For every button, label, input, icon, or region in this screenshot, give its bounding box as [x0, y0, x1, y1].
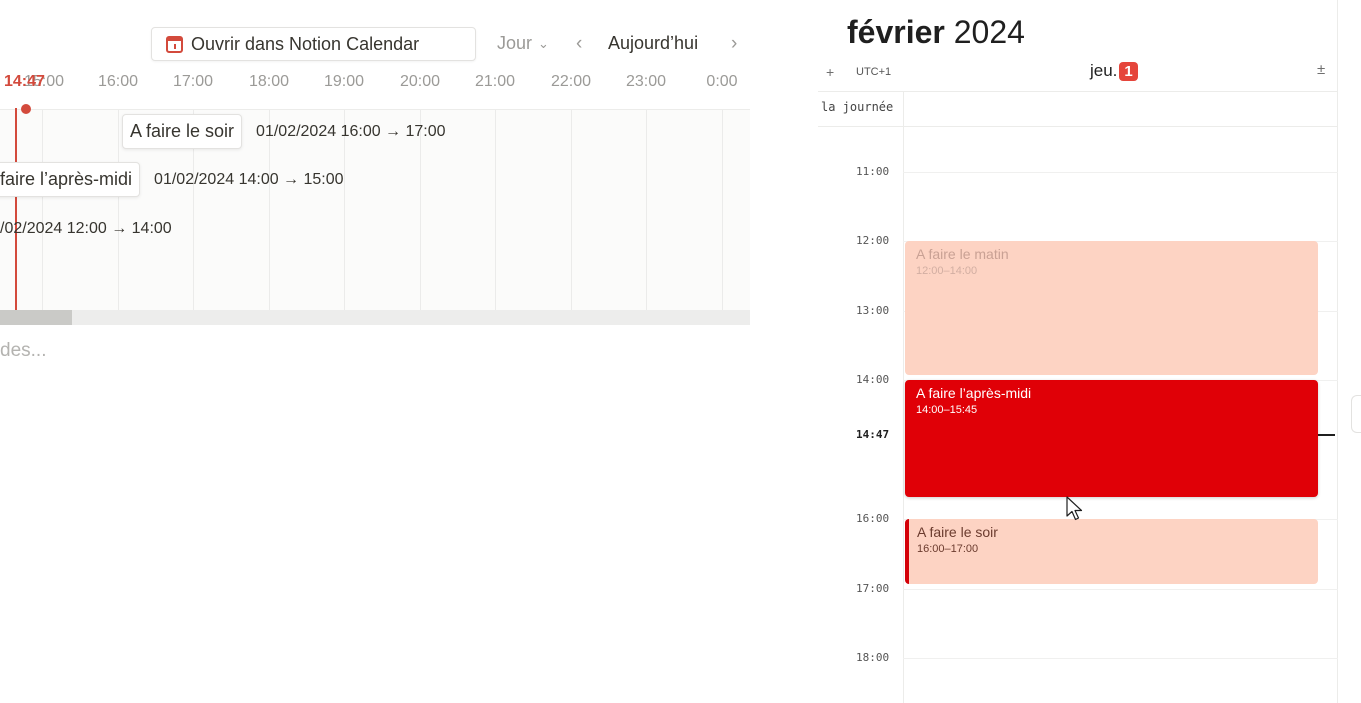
- all-day-label: la journée: [821, 100, 894, 114]
- hour-label: 18:00: [248, 73, 290, 90]
- hour-label: 11:00: [856, 165, 890, 178]
- chevron-left-icon[interactable]: ‹: [576, 33, 582, 55]
- timeline-item[interactable]: A faire le soir 01/02/2024 16:00 → 17:00: [122, 114, 446, 149]
- hour-label: 23:00: [625, 73, 667, 90]
- open-in-notion-calendar-button[interactable]: Ouvrir dans Notion Calendar: [151, 27, 476, 61]
- current-time-line: [15, 108, 17, 311]
- event-time: 16:00–17:00: [917, 543, 979, 555]
- calendar-event[interactable]: A faire le matin 12:00–14:00: [905, 241, 1318, 375]
- timeline-toolbar: Ouvrir dans Notion Calendar Jour ⌄ ‹ Auj…: [0, 27, 750, 63]
- scrollbar-thumb[interactable]: [0, 310, 72, 325]
- timeline-item-title: faire l’après-midi: [0, 162, 141, 197]
- event-time: 14:00–15:45: [916, 404, 978, 416]
- calendar-icon: [166, 35, 183, 53]
- timeline-item[interactable]: /02/2024 12:00 → 14:00: [0, 220, 172, 238]
- hour-label: 18:00: [856, 651, 890, 664]
- all-day-row[interactable]: la journée: [818, 91, 1338, 127]
- current-time-label: 14:47: [4, 73, 45, 90]
- grid-line: [646, 110, 647, 311]
- side-panel-handle[interactable]: [1351, 395, 1361, 433]
- hour-header: 15:00 16:00 17:00 18:00 19:00 20:00 21:0…: [0, 73, 750, 97]
- current-time-dot: [21, 104, 31, 114]
- today-button[interactable]: Aujourd’hui: [608, 33, 698, 54]
- hour-label: 12:00: [856, 234, 890, 247]
- mouse-cursor-icon: [1066, 496, 1083, 521]
- calendar-event[interactable]: A faire le soir 16:00–17:00: [905, 519, 1318, 584]
- timeline-item-date: /02/2024 12:00 → 14:00: [0, 220, 172, 237]
- hour-label: 20:00: [399, 73, 441, 90]
- chevron-down-icon: ⌄: [538, 35, 549, 51]
- event-title: A faire le soir: [917, 524, 998, 540]
- year: 2024: [953, 14, 1025, 50]
- timeline-grid: A faire le soir 01/02/2024 16:00 → 17:00…: [0, 104, 750, 311]
- placeholder-text[interactable]: des...: [0, 340, 46, 362]
- timezone-label: UTC+1: [856, 66, 892, 78]
- hour-label: 0:00: [706, 73, 738, 90]
- hour-gridline: [903, 172, 1338, 173]
- day-header[interactable]: jeu. 1: [1090, 61, 1138, 81]
- calendar-header: + UTC+1 jeu. 1 ±: [818, 60, 1338, 90]
- hour-label: 19:00: [323, 73, 365, 90]
- hour-label: 16:00: [856, 512, 890, 525]
- panel-divider: [1337, 0, 1338, 703]
- event-title: A faire le matin: [916, 246, 1009, 262]
- month-name: février: [847, 14, 945, 50]
- grid-line: [42, 110, 43, 311]
- hour-label: 14:00: [856, 373, 890, 386]
- horizontal-scrollbar[interactable]: [0, 310, 750, 325]
- expand-icon[interactable]: ±: [1317, 61, 1325, 78]
- event-time: 12:00–14:00: [916, 265, 978, 277]
- open-button-label: Ouvrir dans Notion Calendar: [191, 33, 420, 54]
- grid-line: [722, 110, 723, 311]
- month-title: février 2024: [847, 14, 1025, 51]
- hour-label: 16:00: [97, 73, 139, 90]
- timeline-view: Ouvrir dans Notion Calendar Jour ⌄ ‹ Auj…: [0, 0, 750, 703]
- current-time-indicator: [1318, 434, 1335, 436]
- calendar-panel: février 2024 + UTC+1 jeu. 1 ± la journée…: [818, 0, 1361, 703]
- timeline-item-title: A faire le soir: [122, 114, 243, 149]
- hour-label: 17:00: [856, 582, 890, 595]
- hour-gridline: [903, 589, 1338, 590]
- grid-line: [495, 110, 496, 311]
- view-select-label: Jour: [497, 33, 533, 53]
- add-timezone-icon[interactable]: +: [826, 64, 834, 80]
- chevron-right-icon[interactable]: ›: [731, 33, 737, 55]
- hour-label: 17:00: [172, 73, 214, 90]
- view-select[interactable]: Jour ⌄: [497, 33, 549, 54]
- grid-line: [118, 110, 119, 311]
- event-title: A faire l’après-midi: [916, 385, 1032, 401]
- timeline-item[interactable]: faire l’après-midi 01/02/2024 14:00 → 15…: [0, 162, 344, 197]
- hour-label: 21:00: [474, 73, 516, 90]
- timeline-item-date: 01/02/2024 16:00 → 17:00: [256, 122, 446, 140]
- day-number-badge: 1: [1119, 61, 1138, 81]
- timeline-item-date: 01/02/2024 14:00 → 15:00: [154, 170, 344, 188]
- current-time-label: 14:47: [856, 428, 890, 441]
- grid-line: [571, 110, 572, 311]
- hour-gridline: [903, 658, 1338, 659]
- calendar-event[interactable]: A faire l’après-midi 14:00–15:45: [905, 380, 1318, 497]
- hour-label: 13:00: [856, 304, 890, 317]
- time-column-divider: [903, 91, 904, 703]
- hour-label: 22:00: [550, 73, 592, 90]
- day-name: jeu.: [1090, 61, 1118, 80]
